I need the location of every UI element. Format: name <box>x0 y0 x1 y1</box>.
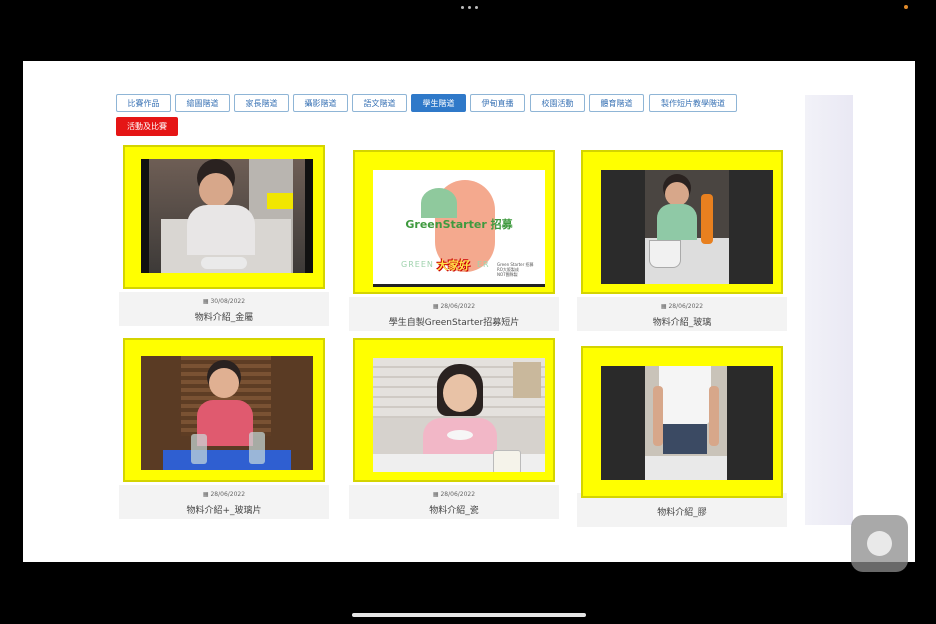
thumbnail-frame: GreenStarter 招募 GREEN ER 大家好 Green Start… <box>353 150 555 294</box>
thumbnail-frame <box>581 150 783 294</box>
card-meta: ▦ 28/06/2022 學生自製GreenStarter招募短片 <box>349 297 559 331</box>
video-thumbnail[interactable] <box>141 159 313 273</box>
thumbnail-frame <box>353 338 555 482</box>
video-thumbnail[interactable] <box>601 170 773 284</box>
assistive-touch-button[interactable] <box>851 515 908 572</box>
card-meta: ▦ 28/06/2022 物料介紹_瓷 <box>349 485 559 519</box>
card-title[interactable]: 學生自製GreenStarter招募短片 <box>349 315 559 328</box>
video-thumbnail[interactable] <box>373 358 545 472</box>
multitask-dots[interactable] <box>461 6 478 9</box>
card-date: ▦ 30/08/2022 <box>202 298 246 305</box>
tab-events[interactable]: 活動及比賽 <box>116 117 178 136</box>
card-meta: ▦ 28/06/2022 物料介紹+_玻璃片 <box>119 485 329 519</box>
card-title[interactable]: 物料介紹_玻璃 <box>577 315 787 328</box>
tab-competition-works[interactable]: 比賽作品 <box>116 94 171 112</box>
poster-heading: GreenStarter 招募 <box>405 218 513 231</box>
poster-watermark: GREEN <box>401 260 434 269</box>
card-meta: 物料介紹_膠 <box>577 493 787 527</box>
home-indicator[interactable] <box>352 613 586 617</box>
poster-watermark-end: ER <box>477 260 490 269</box>
card-title[interactable]: 物料介紹_瓷 <box>349 503 559 516</box>
card-meta: ▦ 28/06/2022 物料介紹_玻璃 <box>577 297 787 331</box>
poster-banner: 大家好 <box>437 259 470 272</box>
card-title[interactable]: 物料介紹+_玻璃片 <box>119 503 329 516</box>
thumbnail-frame <box>581 346 783 498</box>
mic-indicator-icon <box>904 5 908 9</box>
card-date: ▦ 28/06/2022 <box>202 491 246 498</box>
card-date: ▦ 28/06/2022 <box>432 491 476 498</box>
thumbnail-frame <box>123 338 325 482</box>
tab-students[interactable]: 學生階道 <box>411 94 466 112</box>
browser-screen: 比賽作品 繪圖階道 家長階道 攝影階道 語文階道 學生階道 伊甸直播 校園活動 … <box>23 61 915 562</box>
video-thumbnail[interactable] <box>601 366 773 480</box>
tab-campus[interactable]: 校園活動 <box>530 94 585 112</box>
tab-photography[interactable]: 攝影階道 <box>293 94 348 112</box>
assistive-touch-icon <box>867 531 892 556</box>
card-title[interactable]: 物料介紹_金屬 <box>119 310 329 323</box>
card-date: ▦ 28/06/2022 <box>432 303 476 310</box>
video-thumbnail[interactable] <box>141 356 313 470</box>
poster-side-text: Green Starter 招募 RO大阪製成 NO7團隊製 <box>497 262 534 277</box>
card-title[interactable]: 物料介紹_膠 <box>577 505 787 518</box>
card-date: ▦ 28/06/2022 <box>660 303 704 310</box>
tab-sports[interactable]: 體育階道 <box>589 94 644 112</box>
tab-language[interactable]: 語文階道 <box>352 94 407 112</box>
tab-parents[interactable]: 家長階道 <box>234 94 289 112</box>
tab-video-tutorial[interactable]: 製作短片教學階道 <box>649 94 737 112</box>
thumbnail-frame <box>123 145 325 289</box>
video-thumbnail[interactable]: GreenStarter 招募 GREEN ER 大家好 Green Start… <box>373 170 545 287</box>
tab-live[interactable]: 伊甸直播 <box>470 94 525 112</box>
card-meta: ▦ 30/08/2022 物料介紹_金屬 <box>119 292 329 326</box>
tab-drawing[interactable]: 繪圖階道 <box>175 94 230 112</box>
side-panel <box>805 95 853 525</box>
